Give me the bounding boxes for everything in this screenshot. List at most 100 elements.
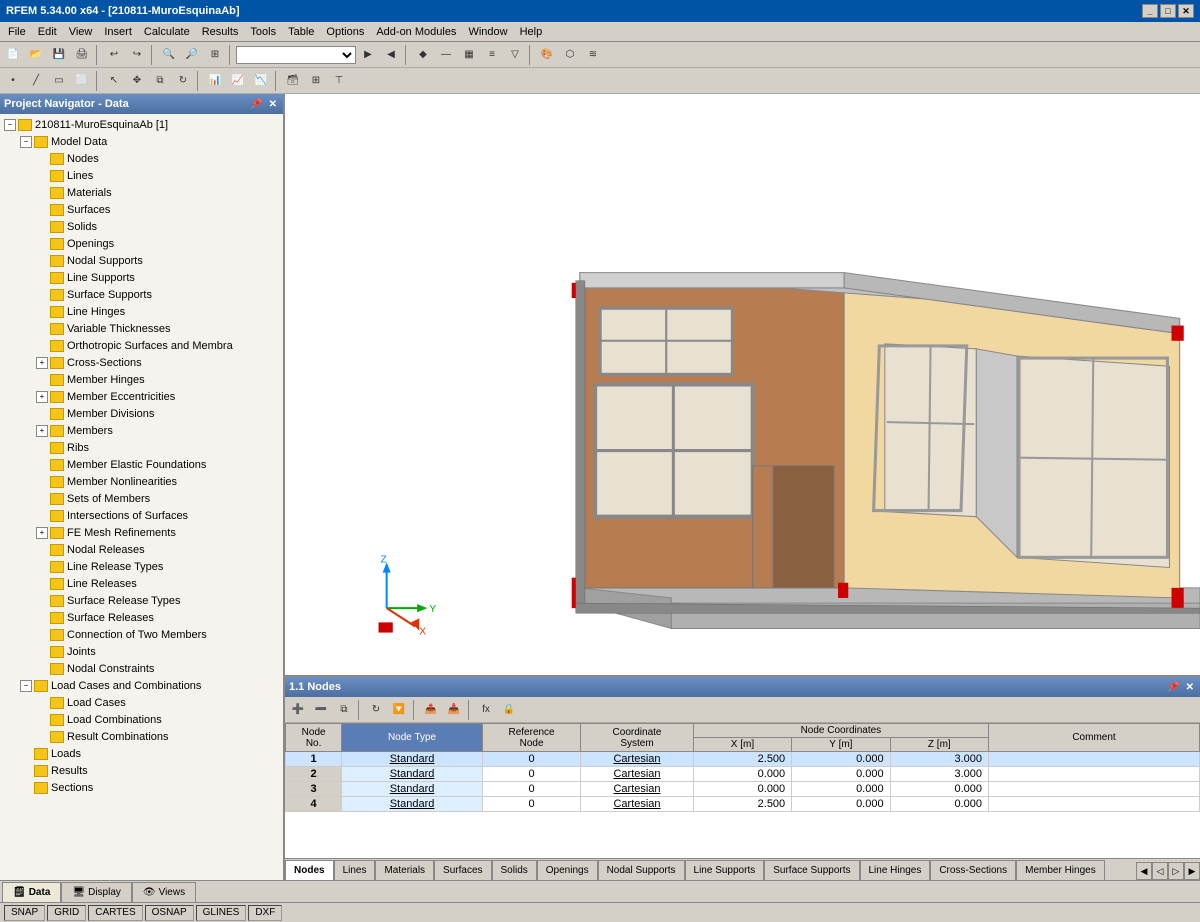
status-osnap[interactable]: OSNAP bbox=[145, 905, 194, 921]
tree-item-member-hinges[interactable]: Member Hinges bbox=[0, 371, 283, 388]
tab-nav-next2[interactable]: ▷ bbox=[1168, 862, 1184, 880]
tree-item-lines[interactable]: Lines bbox=[0, 167, 283, 184]
tbl-tb-add[interactable]: ➕ bbox=[287, 699, 309, 721]
close-button[interactable]: ✕ bbox=[1178, 4, 1194, 18]
tree-item-member-eccentricities[interactable]: +Member Eccentricities bbox=[0, 388, 283, 405]
expand-btn[interactable]: − bbox=[20, 680, 32, 692]
tree-item-project[interactable]: −210811-MuroEsquinaAb [1] bbox=[0, 116, 283, 133]
table-tab-surfaces[interactable]: Surfaces bbox=[434, 860, 491, 880]
tree-item-line-supports[interactable]: Line Supports bbox=[0, 269, 283, 286]
tb2-line[interactable]: ╱ bbox=[25, 70, 47, 92]
tbl-tb-copy[interactable]: ⧉ bbox=[333, 699, 355, 721]
table-tab-line-hinges[interactable]: Line Hinges bbox=[860, 860, 931, 880]
status-grid[interactable]: GRID bbox=[47, 905, 86, 921]
tree-item-openings[interactable]: Openings bbox=[0, 235, 283, 252]
tb-supports[interactable]: ▽ bbox=[504, 44, 526, 66]
tb-save[interactable]: 💾 bbox=[48, 44, 70, 66]
tb2-results2[interactable]: 📈 bbox=[227, 70, 249, 92]
panel-pin-icon[interactable]: 📌 bbox=[248, 99, 264, 110]
tb-print[interactable]: 🖨 bbox=[71, 44, 93, 66]
tb2-node[interactable]: • bbox=[2, 70, 24, 92]
tab-display[interactable]: 🖥 Display bbox=[61, 882, 132, 902]
tb2-results3[interactable]: 📉 bbox=[250, 70, 272, 92]
tab-views[interactable]: 👁 Views bbox=[132, 882, 196, 902]
tree-item-members[interactable]: +Members bbox=[0, 422, 283, 439]
tree-container[interactable]: −210811-MuroEsquinaAb [1]−Model DataNode… bbox=[0, 114, 283, 880]
tb2-move[interactable]: ✥ bbox=[126, 70, 148, 92]
tree-item-member-elastic[interactable]: Member Elastic Foundations bbox=[0, 456, 283, 473]
expand-btn[interactable]: + bbox=[36, 391, 48, 403]
tree-item-load-cases-combos[interactable]: −Load Cases and Combinations bbox=[0, 677, 283, 694]
table-tab-solids[interactable]: Solids bbox=[492, 860, 537, 880]
status-cartes[interactable]: CARTES bbox=[88, 905, 142, 921]
table-row[interactable]: 1 Standard 0 Cartesian 2.500 0.000 3.000 bbox=[286, 752, 1200, 767]
tree-item-surface-supports[interactable]: Surface Supports bbox=[0, 286, 283, 303]
tab-data[interactable]: 🗒 Data bbox=[2, 882, 61, 902]
tb2-rotate[interactable]: ↻ bbox=[172, 70, 194, 92]
expand-btn[interactable]: + bbox=[36, 357, 48, 369]
tree-item-ribs[interactable]: Ribs bbox=[0, 439, 283, 456]
expand-btn[interactable]: − bbox=[20, 136, 32, 148]
tb2-ortho[interactable]: ⊞ bbox=[305, 70, 327, 92]
expand-btn[interactable]: + bbox=[36, 527, 48, 539]
tb-zoom-in[interactable]: 🔍 bbox=[158, 44, 180, 66]
menu-addon[interactable]: Add-on Modules bbox=[370, 25, 462, 39]
title-bar-buttons[interactable]: _ □ ✕ bbox=[1142, 4, 1194, 18]
tb2-select[interactable]: ↖ bbox=[103, 70, 125, 92]
tree-item-result-combinations[interactable]: Result Combinations bbox=[0, 728, 283, 745]
menu-insert[interactable]: Insert bbox=[98, 25, 138, 39]
tree-item-loads[interactable]: Loads bbox=[0, 745, 283, 762]
table-pin-icon[interactable]: 📌 bbox=[1165, 682, 1181, 693]
tree-item-connection-two-members[interactable]: Connection of Two Members bbox=[0, 626, 283, 643]
tree-item-line-releases[interactable]: Line Releases bbox=[0, 575, 283, 592]
table-tab-nodal-supports[interactable]: Nodal Supports bbox=[598, 860, 685, 880]
panel-close-icon[interactable]: ✕ bbox=[267, 99, 279, 110]
tb-new[interactable]: 📄 bbox=[2, 44, 24, 66]
table-row[interactable]: 2 Standard 0 Cartesian 0.000 0.000 3.000 bbox=[286, 767, 1200, 782]
tree-item-surface-releases[interactable]: Surface Releases bbox=[0, 609, 283, 626]
tb-surfaces[interactable]: ▦ bbox=[458, 44, 480, 66]
tb2-results1[interactable]: 📊 bbox=[204, 70, 226, 92]
table-tab-member-hinges[interactable]: Member Hinges bbox=[1016, 860, 1105, 880]
tree-item-intersections[interactable]: Intersections of Surfaces bbox=[0, 507, 283, 524]
status-dxf[interactable]: DXF bbox=[248, 905, 282, 921]
tree-item-member-nonlinearities[interactable]: Member Nonlinearities bbox=[0, 473, 283, 490]
minimize-button[interactable]: _ bbox=[1142, 4, 1158, 18]
tbl-tb-refresh[interactable]: ↻ bbox=[365, 699, 387, 721]
table-tab-cross-sections[interactable]: Cross-Sections bbox=[930, 860, 1016, 880]
tb-lines[interactable]: — bbox=[435, 44, 457, 66]
table-tab-lines[interactable]: Lines bbox=[334, 860, 376, 880]
table-wrapper[interactable]: NodeNo. Node Type ReferenceNode Coordina… bbox=[285, 723, 1200, 858]
tb-open[interactable]: 📂 bbox=[25, 44, 47, 66]
menu-help[interactable]: Help bbox=[514, 25, 549, 39]
expand-btn[interactable]: + bbox=[36, 425, 48, 437]
tb-btn-b[interactable]: ◀ bbox=[380, 44, 402, 66]
tb-undo[interactable]: ↩ bbox=[103, 44, 125, 66]
tb2-3d[interactable]: 🗃 bbox=[282, 70, 304, 92]
tbl-tb-export[interactable]: 📤 bbox=[420, 699, 442, 721]
tbl-tb-formula[interactable]: fx bbox=[475, 699, 497, 721]
tb-redo[interactable]: ↪ bbox=[126, 44, 148, 66]
tree-item-surface-release-types[interactable]: Surface Release Types bbox=[0, 592, 283, 609]
tree-item-nodes[interactable]: Nodes bbox=[0, 150, 283, 167]
tb2-solid[interactable]: ⬜ bbox=[71, 70, 93, 92]
tree-item-model-data[interactable]: −Model Data bbox=[0, 133, 283, 150]
tree-item-member-divisions[interactable]: Member Divisions bbox=[0, 405, 283, 422]
tbl-tb-lock[interactable]: 🔒 bbox=[498, 699, 520, 721]
tree-item-load-cases[interactable]: Load Cases bbox=[0, 694, 283, 711]
expand-btn[interactable]: − bbox=[4, 119, 16, 131]
tree-item-line-hinges[interactable]: Line Hinges bbox=[0, 303, 283, 320]
tree-item-orthotropic[interactable]: Orthotropic Surfaces and Membra bbox=[0, 337, 283, 354]
menu-view[interactable]: View bbox=[63, 25, 99, 39]
tree-item-cross-sections[interactable]: +Cross-Sections bbox=[0, 354, 283, 371]
tree-item-surfaces[interactable]: Surfaces bbox=[0, 201, 283, 218]
table-close-icon[interactable]: ✕ bbox=[1184, 682, 1196, 693]
tb-isos[interactable]: ≋ bbox=[582, 44, 604, 66]
tree-item-sets-of-members[interactable]: Sets of Members bbox=[0, 490, 283, 507]
tbl-tb-delete[interactable]: ➖ bbox=[310, 699, 332, 721]
menu-tools[interactable]: Tools bbox=[244, 25, 282, 39]
tree-item-sections[interactable]: Sections bbox=[0, 779, 283, 796]
tbl-tb-filter[interactable]: 🔽 bbox=[388, 699, 410, 721]
status-glines[interactable]: GLINES bbox=[196, 905, 247, 921]
tree-item-nodal-constraints[interactable]: Nodal Constraints bbox=[0, 660, 283, 677]
